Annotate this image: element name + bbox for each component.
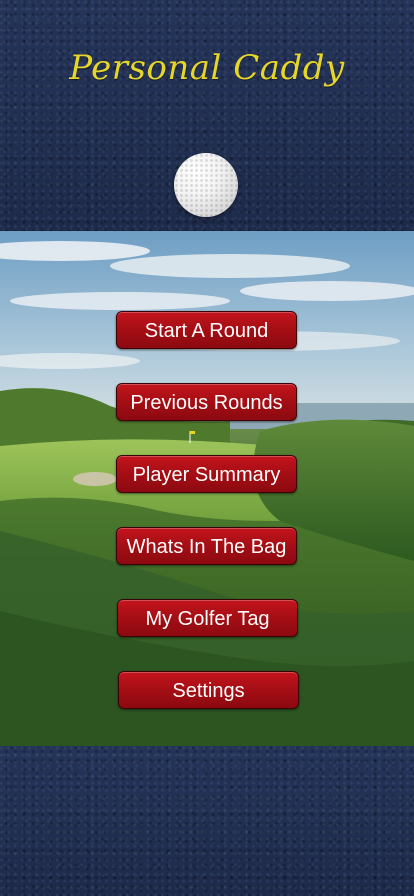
main-menu: Start A Round Previous Rounds Player Sum… [0,0,414,896]
settings-button[interactable]: Settings [118,671,299,709]
previous-rounds-button[interactable]: Previous Rounds [116,383,297,421]
start-round-button[interactable]: Start A Round [116,311,297,349]
player-summary-button[interactable]: Player Summary [116,455,297,493]
whats-in-the-bag-button[interactable]: Whats In The Bag [116,527,297,565]
app-screen: Personal Caddy Start A Round Previous Ro… [0,0,414,896]
my-golfer-tag-button[interactable]: My Golfer Tag [117,599,298,637]
